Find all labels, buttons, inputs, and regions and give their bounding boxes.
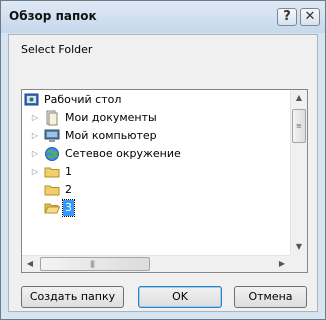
expand-arrow-icon[interactable]: ▷ bbox=[30, 128, 40, 144]
horizontal-scroll-thumb[interactable]: ||| bbox=[40, 257, 150, 271]
grip-icon: ||| bbox=[90, 260, 95, 268]
computer-icon bbox=[44, 129, 60, 142]
scroll-right-arrow-icon[interactable]: ▶ bbox=[274, 256, 290, 272]
help-button[interactable]: ? bbox=[277, 8, 297, 26]
tree-item-label: 1 bbox=[65, 165, 72, 178]
tree-item-label-selected: 3 bbox=[62, 199, 75, 217]
tree-item-label: Сетевое окружение bbox=[65, 147, 181, 160]
close-button[interactable]: ✕ bbox=[300, 8, 320, 26]
folder-open-icon bbox=[44, 203, 60, 214]
dialog-body: Select Folder Рабочий стол ▷ Мои докумен… bbox=[8, 34, 318, 312]
grip-icon: ≡ bbox=[296, 122, 302, 130]
scrollbar-corner bbox=[290, 255, 307, 272]
folder-icon bbox=[44, 185, 60, 196]
folder-tree[interactable]: Рабочий стол ▷ Мои документы ▷ Мой компь… bbox=[21, 89, 308, 273]
vertical-scroll-thumb[interactable]: ≡ bbox=[292, 109, 306, 143]
ok-button[interactable]: OK bbox=[138, 286, 222, 308]
description-label: Select Folder bbox=[21, 43, 93, 56]
dialog-title: Обзор папок bbox=[9, 9, 97, 23]
scroll-down-arrow-icon[interactable]: ▼ bbox=[291, 239, 307, 255]
browse-folder-dialog: Обзор папок ? ✕ Select Folder Рабочий ст… bbox=[0, 0, 326, 320]
desktop-icon bbox=[24, 93, 39, 106]
vertical-scrollbar[interactable]: ▲ ≡ ▼ bbox=[290, 90, 307, 255]
horizontal-scrollbar[interactable]: ◀ ||| ▶ bbox=[22, 255, 290, 272]
tree-item-label: Мои документы bbox=[65, 111, 157, 124]
tree-item-label: 2 bbox=[65, 183, 72, 196]
cancel-button[interactable]: Отмена bbox=[234, 286, 307, 308]
tree-item-label: Мой компьютер bbox=[65, 129, 157, 142]
new-folder-button[interactable]: Создать папку bbox=[21, 286, 124, 308]
expand-arrow-icon[interactable]: ▷ bbox=[30, 110, 40, 126]
tree-item-label: Рабочий стол bbox=[44, 93, 122, 106]
scroll-up-arrow-icon[interactable]: ▲ bbox=[291, 90, 307, 106]
documents-icon bbox=[46, 110, 58, 126]
folder-icon bbox=[44, 167, 60, 178]
expand-arrow-icon[interactable]: ▷ bbox=[30, 146, 40, 162]
network-icon bbox=[45, 147, 59, 161]
scroll-left-arrow-icon[interactable]: ◀ bbox=[22, 256, 38, 272]
expand-arrow-icon[interactable]: ▷ bbox=[30, 164, 40, 180]
title-bar[interactable]: Обзор папок ? ✕ bbox=[1, 1, 325, 33]
